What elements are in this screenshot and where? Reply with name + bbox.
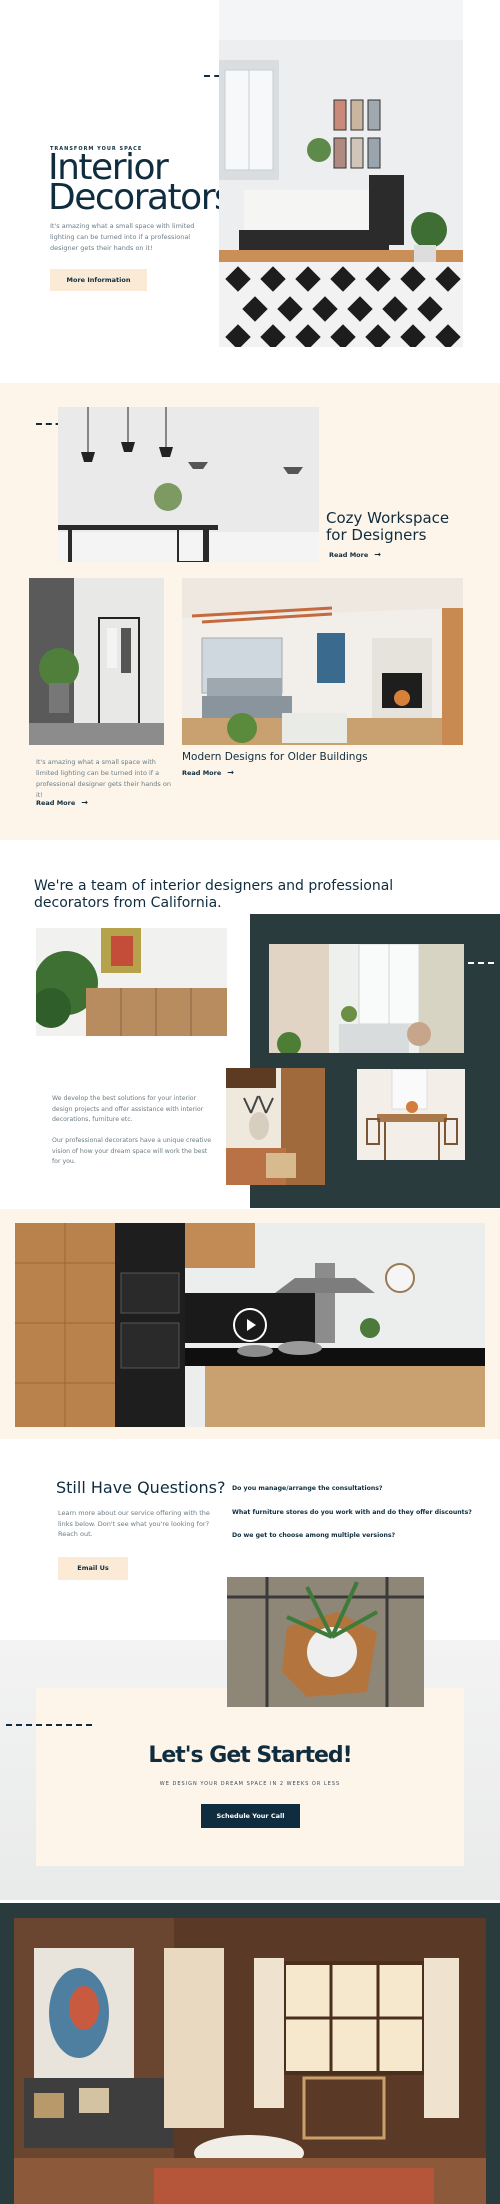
schedule-call-button[interactable]: Schedule Your Call: [201, 1804, 300, 1828]
dining-table-chairs-image: [357, 1069, 465, 1160]
modern-read-more-label: Read More: [182, 768, 222, 777]
hallway-plant-image: [29, 578, 164, 745]
bohemian-living-room-image: [14, 1918, 486, 2204]
faq-item-1[interactable]: Do you manage/arrange the consultations?: [232, 1485, 383, 1492]
hero-bedroom-image: [219, 0, 463, 347]
features-left-read-more-link[interactable]: Read More →: [36, 798, 88, 807]
cta-card: [36, 1688, 464, 1866]
cozy-read-more-label: Read More: [329, 550, 369, 559]
cta-dashed-line: [6, 1724, 92, 1726]
bottom-gallery-section: [0, 1903, 500, 2204]
features-left-read-more-label: Read More: [36, 798, 76, 807]
team-paragraph-2: Our professional decorators have a uniqu…: [52, 1137, 212, 1165]
faq-item-2[interactable]: What furniture stores do you work with a…: [232, 1509, 472, 1516]
play-icon[interactable]: [233, 1308, 267, 1342]
team-heading-line2: decorators from California.: [34, 895, 222, 911]
arrow-right-icon: →: [374, 550, 381, 559]
questions-description: Learn more about our service offering wi…: [58, 1509, 210, 1538]
cozy-read-more-link[interactable]: Read More →: [329, 550, 381, 559]
faq-item-3[interactable]: Do we get to choose among multiple versi…: [232, 1532, 395, 1539]
cta-title: Let's Get Started!: [148, 1743, 352, 1768]
hero-more-info-button[interactable]: More Information: [50, 269, 147, 291]
cozy-workspace-title-line2: for Designers: [326, 526, 427, 544]
cta-subtitle: WE DESIGN YOUR DREAM SPACE IN 2 WEEKS OR…: [159, 1781, 341, 1787]
living-room-fireplace-image: [182, 578, 463, 745]
dining-room-image: [58, 407, 319, 562]
arrow-right-icon: →: [227, 768, 234, 777]
sideboard-plant-image: [36, 928, 227, 1036]
hero-title-line2: Decorators: [48, 177, 233, 218]
deer-decor-armchair-image: [226, 1068, 325, 1185]
cozy-workspace-title-line1: Cozy Workspace: [326, 509, 450, 527]
team-heading-line1: We're a team of interior designers and p…: [34, 878, 394, 894]
features-left-text: It's amazing what a small space with lim…: [36, 758, 171, 799]
hero-description: It's amazing what a small space with lim…: [50, 222, 195, 252]
modern-read-more-link[interactable]: Read More →: [182, 768, 234, 777]
arrow-right-icon: →: [81, 798, 88, 807]
bay-window-reading-nook-image: [269, 944, 464, 1053]
questions-title: Still Have Questions?: [56, 1478, 226, 1497]
team-paragraph-1: We develop the best solutions for your i…: [52, 1095, 204, 1123]
email-us-button[interactable]: Email Us: [58, 1557, 128, 1580]
modern-designs-title: Modern Designs for Older Buildings: [182, 751, 368, 763]
features-section: Cozy Workspace for Designers Read More →…: [0, 383, 500, 840]
plant-on-table-image: [227, 1577, 424, 1707]
video-section: [0, 1209, 500, 1439]
